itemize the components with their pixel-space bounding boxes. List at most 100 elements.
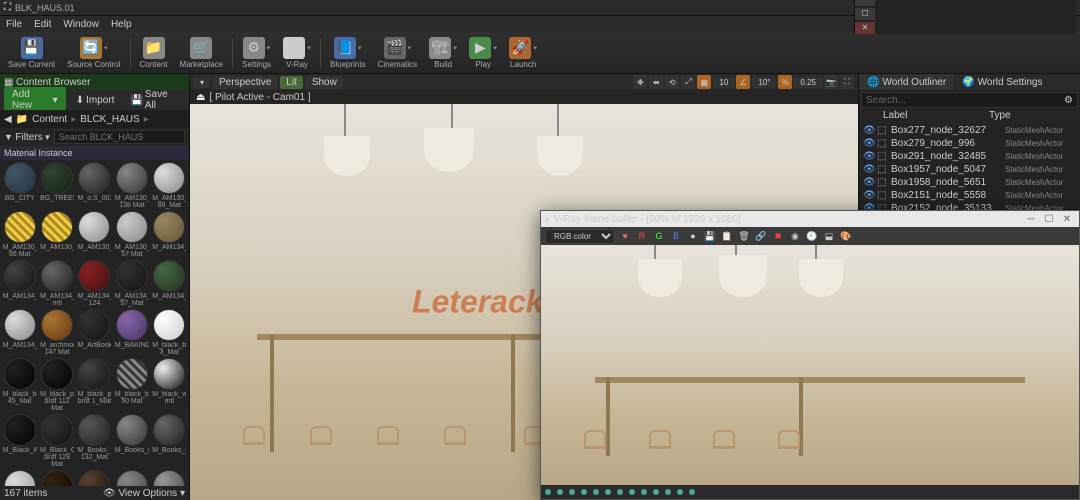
toolbar-marketplace-button[interactable]: 🛒 Marketplace: [174, 35, 230, 71]
material-item[interactable]: M_BAKING_Normals_mtl: [114, 309, 149, 356]
link-icon[interactable]: 🔗: [754, 229, 768, 243]
filters-button[interactable]: ▼ Filters ▾: [4, 132, 50, 143]
material-item[interactable]: M_AM134_35_002_06 mtl: [39, 260, 74, 307]
material-item[interactable]: M_AM134_24_shoe_01_mtl: [2, 260, 37, 307]
outliner-row[interactable]: 👁 ⬚ Box279_node_996 StaticMeshActor: [859, 137, 1080, 150]
scale-icon[interactable]: ⤢: [681, 75, 695, 89]
material-item[interactable]: M_AM134_38_brdf 57_Mat: [114, 260, 149, 307]
vfb-close-button[interactable]: ✕: [1059, 213, 1075, 225]
tab-world-outliner[interactable]: 🌐World Outliner: [859, 74, 954, 90]
toolbar-blueprints-button[interactable]: 📘▾ Blueprints: [324, 35, 372, 71]
toolbar-play-button[interactable]: ▶▾ Play: [463, 35, 503, 71]
toolbar-content-button[interactable]: 📁 Content: [134, 35, 174, 71]
scale-size[interactable]: 0.25: [794, 77, 822, 88]
toolbar-v-ray-button[interactable]: ◐▾ V-Ray: [277, 35, 317, 71]
view-options-button[interactable]: 👁 View Options ▾: [103, 488, 185, 499]
material-item[interactable]: M_Books_roughness_mtl: [114, 414, 149, 468]
material-grid[interactable]: BG_CITY BG_TREES1 M_o.S_003_002_mtl M_AM…: [0, 160, 189, 486]
transform-icon[interactable]: ✥: [633, 75, 647, 89]
breadcrumb-folder[interactable]: BLCK_HAUS: [80, 114, 139, 125]
material-item[interactable]: M_archmodels102_brdf 147 Mat: [39, 309, 74, 356]
material-item[interactable]: M_o.S_003_002_mtl: [77, 162, 112, 209]
grid-size[interactable]: 10: [713, 77, 734, 88]
outliner-row[interactable]: 👁 ⬚ Box291_node_32485 StaticMeshActor: [859, 150, 1080, 163]
close-button[interactable]: ✕: [855, 22, 875, 34]
material-item[interactable]: M_black_brdf 45_Mat: [2, 358, 37, 412]
b-channel-button[interactable]: B: [669, 229, 683, 243]
material-item[interactable]: M_brushed_steel_mtl: [114, 470, 149, 486]
outliner-row[interactable]: 👁 ⬚ Box1958_node_5651 StaticMeshActor: [859, 176, 1080, 189]
maximize-button[interactable]: ☐: [855, 8, 875, 20]
vray-frame-buffer-window[interactable]: ◐ V-Ray frame buffer - [50% of 1920 x 10…: [540, 210, 1080, 500]
heart-icon[interactable]: ♥: [618, 229, 632, 243]
move-icon[interactable]: ⬌: [649, 75, 663, 89]
outliner-row[interactable]: 👁 ⬚ Box277_node_32627 StaticMeshActor: [859, 124, 1080, 137]
material-item[interactable]: M_Books_brdf 132_Mat: [77, 414, 112, 468]
scale-snap-icon[interactable]: %: [778, 75, 792, 89]
save-icon[interactable]: 💾: [703, 229, 717, 243]
viewport-options-button[interactable]: ▾: [194, 77, 210, 88]
material-item[interactable]: M_AM130_brdf 138 Mat: [114, 162, 149, 209]
material-item[interactable]: M_Books_Small_Shelf_brdf 63: [2, 470, 37, 486]
visibility-icon[interactable]: 👁: [863, 177, 873, 188]
region-icon[interactable]: ✖: [771, 229, 785, 243]
vfb-render-view[interactable]: [541, 245, 1079, 485]
material-item[interactable]: M_black_white mtl: [152, 358, 187, 412]
material-item[interactable]: M_Bronze_mtl brdf 40 Mat: [39, 470, 74, 486]
clear-icon[interactable]: 🗑: [737, 229, 751, 243]
material-item[interactable]: M_cabinet: [152, 470, 187, 486]
material-item[interactable]: M_AM134_39_bottle_glass: [152, 260, 187, 307]
copy-icon[interactable]: 📋: [720, 229, 734, 243]
material-item[interactable]: M_AM130_brdf 88_Mat: [152, 162, 187, 209]
material-item[interactable]: M_Black_Ceramic_mtl brdf 129 Mat: [39, 414, 74, 468]
material-item[interactable]: M_black_brdf 50 Mat: [114, 358, 149, 412]
import-button[interactable]: ⬇Import: [70, 93, 121, 108]
toolbar-settings-button[interactable]: ⚙▾ Settings: [236, 35, 277, 71]
material-item[interactable]: BG_TREES1: [39, 162, 74, 209]
toolbar-source-control-button[interactable]: 🔄▾ Source Control: [61, 35, 126, 71]
toolbar-launch-button[interactable]: 🚀▾ Launch: [503, 35, 543, 71]
menu-file[interactable]: File: [6, 19, 22, 30]
material-item[interactable]: M_Black_Wood_mtl_brdf_14: [2, 414, 37, 468]
material-item[interactable]: M_ArtBooks_005_04_mtl: [77, 309, 112, 356]
mono-icon[interactable]: ●: [686, 229, 700, 243]
history-icon[interactable]: 🕘: [805, 229, 819, 243]
angle-size[interactable]: 10°: [752, 77, 776, 88]
perspective-button[interactable]: Perspective: [213, 76, 277, 89]
vfb-titlebar[interactable]: ◐ V-Ray frame buffer - [50% of 1920 x 10…: [541, 211, 1079, 227]
visibility-icon[interactable]: 👁: [863, 190, 873, 201]
toolbar-save-current-button[interactable]: 💾 Save Current: [2, 35, 61, 71]
menu-edit[interactable]: Edit: [34, 19, 51, 30]
camera-speed-icon[interactable]: 📷: [824, 75, 838, 89]
tab-world-settings[interactable]: 🌍World Settings: [954, 74, 1050, 90]
minimize-button[interactable]: ─: [855, 0, 875, 6]
r-channel-button[interactable]: R: [635, 229, 649, 243]
toolbar-build-button[interactable]: 🏗▾ Build: [423, 35, 463, 71]
rotate-icon[interactable]: ⟲: [665, 75, 679, 89]
material-item[interactable]: M_black_plastic_mtl brdf 1_Mat: [77, 358, 112, 412]
outliner-row[interactable]: 👁 ⬚ Box2151_node_5558 StaticMeshActor: [859, 189, 1080, 202]
outliner-row[interactable]: 👁 ⬚ Box1957_node_5047 StaticMeshActor: [859, 163, 1080, 176]
material-item[interactable]: M_AM130_035_007_mtl: [77, 211, 112, 258]
visibility-icon[interactable]: 👁: [863, 125, 873, 136]
menu-window[interactable]: Window: [63, 19, 99, 30]
material-item[interactable]: M_brown_brdf_75_Mat: [77, 470, 112, 486]
material-item[interactable]: M_AM134_08_paper_bag: [152, 211, 187, 258]
search-options-icon[interactable]: ⚙: [1064, 95, 1073, 106]
material-item[interactable]: M_AM130_brdf 57 Mat: [114, 211, 149, 258]
eject-icon[interactable]: ⏏: [196, 92, 205, 103]
breadcrumb-content[interactable]: Content: [32, 114, 67, 125]
material-item[interactable]: M_AM130_035_005_mtl: [39, 211, 74, 258]
visibility-icon[interactable]: 👁: [863, 138, 873, 149]
vfb-maximize-button[interactable]: ☐: [1041, 213, 1057, 225]
back-icon[interactable]: ◀: [4, 114, 12, 125]
material-item[interactable]: M_AM134_sticker_mtl: [2, 309, 37, 356]
material-item[interactable]: M_Books_02: [152, 414, 187, 468]
material-item[interactable]: BG_CITY: [2, 162, 37, 209]
material-item[interactable]: M_black_plastic_mtl brdf 112 Mat: [39, 358, 74, 412]
lit-button[interactable]: Lit: [280, 76, 303, 89]
angle-snap-icon[interactable]: ∠: [736, 75, 750, 89]
grid-snap-icon[interactable]: ▦: [697, 75, 711, 89]
channel-select[interactable]: RGB color: [545, 229, 615, 244]
cc-icon[interactable]: 🎨: [839, 229, 853, 243]
